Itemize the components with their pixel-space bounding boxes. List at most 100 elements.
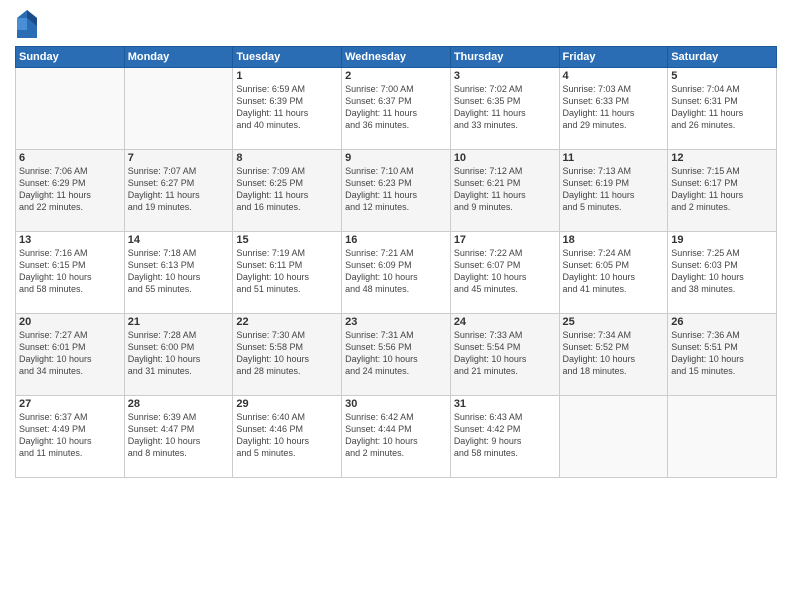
day-info: Sunrise: 7:30 AM Sunset: 5:58 PM Dayligh…	[236, 329, 338, 378]
day-info: Sunrise: 7:27 AM Sunset: 6:01 PM Dayligh…	[19, 329, 121, 378]
day-number: 13	[19, 234, 121, 246]
day-info: Sunrise: 7:19 AM Sunset: 6:11 PM Dayligh…	[236, 247, 338, 296]
day-cell	[668, 396, 777, 478]
day-number: 20	[19, 316, 121, 328]
day-number: 27	[19, 398, 121, 410]
day-number: 5	[671, 70, 773, 82]
day-info: Sunrise: 7:09 AM Sunset: 6:25 PM Dayligh…	[236, 165, 338, 214]
day-cell	[16, 68, 125, 150]
day-number: 17	[454, 234, 556, 246]
day-info: Sunrise: 7:10 AM Sunset: 6:23 PM Dayligh…	[345, 165, 447, 214]
day-info: Sunrise: 7:00 AM Sunset: 6:37 PM Dayligh…	[345, 83, 447, 132]
day-cell: 26Sunrise: 7:36 AM Sunset: 5:51 PM Dayli…	[668, 314, 777, 396]
day-info: Sunrise: 7:07 AM Sunset: 6:27 PM Dayligh…	[128, 165, 230, 214]
day-info: Sunrise: 7:34 AM Sunset: 5:52 PM Dayligh…	[563, 329, 665, 378]
day-info: Sunrise: 7:22 AM Sunset: 6:07 PM Dayligh…	[454, 247, 556, 296]
day-cell: 9Sunrise: 7:10 AM Sunset: 6:23 PM Daylig…	[342, 150, 451, 232]
day-info: Sunrise: 7:15 AM Sunset: 6:17 PM Dayligh…	[671, 165, 773, 214]
day-info: Sunrise: 6:40 AM Sunset: 4:46 PM Dayligh…	[236, 411, 338, 460]
day-number: 3	[454, 70, 556, 82]
day-info: Sunrise: 7:33 AM Sunset: 5:54 PM Dayligh…	[454, 329, 556, 378]
day-number: 16	[345, 234, 447, 246]
day-number: 2	[345, 70, 447, 82]
day-info: Sunrise: 7:28 AM Sunset: 6:00 PM Dayligh…	[128, 329, 230, 378]
day-cell: 18Sunrise: 7:24 AM Sunset: 6:05 PM Dayli…	[559, 232, 668, 314]
day-number: 30	[345, 398, 447, 410]
day-number: 26	[671, 316, 773, 328]
day-info: Sunrise: 7:36 AM Sunset: 5:51 PM Dayligh…	[671, 329, 773, 378]
day-cell: 22Sunrise: 7:30 AM Sunset: 5:58 PM Dayli…	[233, 314, 342, 396]
day-cell: 28Sunrise: 6:39 AM Sunset: 4:47 PM Dayli…	[124, 396, 233, 478]
day-cell: 5Sunrise: 7:04 AM Sunset: 6:31 PM Daylig…	[668, 68, 777, 150]
day-cell: 14Sunrise: 7:18 AM Sunset: 6:13 PM Dayli…	[124, 232, 233, 314]
day-cell: 6Sunrise: 7:06 AM Sunset: 6:29 PM Daylig…	[16, 150, 125, 232]
header-cell-monday: Monday	[124, 47, 233, 68]
day-cell: 29Sunrise: 6:40 AM Sunset: 4:46 PM Dayli…	[233, 396, 342, 478]
day-cell: 13Sunrise: 7:16 AM Sunset: 6:15 PM Dayli…	[16, 232, 125, 314]
day-cell	[559, 396, 668, 478]
day-number: 1	[236, 70, 338, 82]
day-info: Sunrise: 6:37 AM Sunset: 4:49 PM Dayligh…	[19, 411, 121, 460]
logo	[15, 10, 35, 38]
day-cell: 1Sunrise: 6:59 AM Sunset: 6:39 PM Daylig…	[233, 68, 342, 150]
header-cell-wednesday: Wednesday	[342, 47, 451, 68]
day-info: Sunrise: 7:04 AM Sunset: 6:31 PM Dayligh…	[671, 83, 773, 132]
day-cell: 3Sunrise: 7:02 AM Sunset: 6:35 PM Daylig…	[450, 68, 559, 150]
day-cell: 4Sunrise: 7:03 AM Sunset: 6:33 PM Daylig…	[559, 68, 668, 150]
day-info: Sunrise: 6:43 AM Sunset: 4:42 PM Dayligh…	[454, 411, 556, 460]
day-info: Sunrise: 7:12 AM Sunset: 6:21 PM Dayligh…	[454, 165, 556, 214]
day-cell: 25Sunrise: 7:34 AM Sunset: 5:52 PM Dayli…	[559, 314, 668, 396]
day-info: Sunrise: 7:24 AM Sunset: 6:05 PM Dayligh…	[563, 247, 665, 296]
day-cell: 24Sunrise: 7:33 AM Sunset: 5:54 PM Dayli…	[450, 314, 559, 396]
day-info: Sunrise: 7:03 AM Sunset: 6:33 PM Dayligh…	[563, 83, 665, 132]
header-cell-tuesday: Tuesday	[233, 47, 342, 68]
day-cell: 17Sunrise: 7:22 AM Sunset: 6:07 PM Dayli…	[450, 232, 559, 314]
day-info: Sunrise: 7:31 AM Sunset: 5:56 PM Dayligh…	[345, 329, 447, 378]
day-info: Sunrise: 7:13 AM Sunset: 6:19 PM Dayligh…	[563, 165, 665, 214]
week-row-4: 20Sunrise: 7:27 AM Sunset: 6:01 PM Dayli…	[16, 314, 777, 396]
day-info: Sunrise: 7:16 AM Sunset: 6:15 PM Dayligh…	[19, 247, 121, 296]
day-info: Sunrise: 7:06 AM Sunset: 6:29 PM Dayligh…	[19, 165, 121, 214]
day-number: 12	[671, 152, 773, 164]
week-row-2: 6Sunrise: 7:06 AM Sunset: 6:29 PM Daylig…	[16, 150, 777, 232]
day-number: 29	[236, 398, 338, 410]
day-cell: 30Sunrise: 6:42 AM Sunset: 4:44 PM Dayli…	[342, 396, 451, 478]
day-cell: 11Sunrise: 7:13 AM Sunset: 6:19 PM Dayli…	[559, 150, 668, 232]
day-number: 14	[128, 234, 230, 246]
day-number: 15	[236, 234, 338, 246]
day-info: Sunrise: 7:25 AM Sunset: 6:03 PM Dayligh…	[671, 247, 773, 296]
day-info: Sunrise: 6:42 AM Sunset: 4:44 PM Dayligh…	[345, 411, 447, 460]
day-number: 7	[128, 152, 230, 164]
day-number: 10	[454, 152, 556, 164]
header	[15, 10, 777, 38]
day-cell: 21Sunrise: 7:28 AM Sunset: 6:00 PM Dayli…	[124, 314, 233, 396]
calendar-header: SundayMondayTuesdayWednesdayThursdayFrid…	[16, 47, 777, 68]
day-cell: 16Sunrise: 7:21 AM Sunset: 6:09 PM Dayli…	[342, 232, 451, 314]
day-info: Sunrise: 7:21 AM Sunset: 6:09 PM Dayligh…	[345, 247, 447, 296]
day-number: 6	[19, 152, 121, 164]
day-number: 23	[345, 316, 447, 328]
header-cell-friday: Friday	[559, 47, 668, 68]
day-cell: 2Sunrise: 7:00 AM Sunset: 6:37 PM Daylig…	[342, 68, 451, 150]
day-info: Sunrise: 7:18 AM Sunset: 6:13 PM Dayligh…	[128, 247, 230, 296]
calendar-table: SundayMondayTuesdayWednesdayThursdayFrid…	[15, 46, 777, 478]
day-number: 11	[563, 152, 665, 164]
day-cell	[124, 68, 233, 150]
day-number: 31	[454, 398, 556, 410]
day-cell: 12Sunrise: 7:15 AM Sunset: 6:17 PM Dayli…	[668, 150, 777, 232]
day-info: Sunrise: 6:39 AM Sunset: 4:47 PM Dayligh…	[128, 411, 230, 460]
header-cell-sunday: Sunday	[16, 47, 125, 68]
day-info: Sunrise: 7:02 AM Sunset: 6:35 PM Dayligh…	[454, 83, 556, 132]
day-cell: 20Sunrise: 7:27 AM Sunset: 6:01 PM Dayli…	[16, 314, 125, 396]
day-number: 21	[128, 316, 230, 328]
day-cell: 31Sunrise: 6:43 AM Sunset: 4:42 PM Dayli…	[450, 396, 559, 478]
day-cell: 10Sunrise: 7:12 AM Sunset: 6:21 PM Dayli…	[450, 150, 559, 232]
week-row-5: 27Sunrise: 6:37 AM Sunset: 4:49 PM Dayli…	[16, 396, 777, 478]
day-cell: 15Sunrise: 7:19 AM Sunset: 6:11 PM Dayli…	[233, 232, 342, 314]
day-number: 24	[454, 316, 556, 328]
day-number: 4	[563, 70, 665, 82]
logo-icon	[17, 10, 37, 38]
day-info: Sunrise: 6:59 AM Sunset: 6:39 PM Dayligh…	[236, 83, 338, 132]
header-cell-saturday: Saturday	[668, 47, 777, 68]
day-number: 19	[671, 234, 773, 246]
